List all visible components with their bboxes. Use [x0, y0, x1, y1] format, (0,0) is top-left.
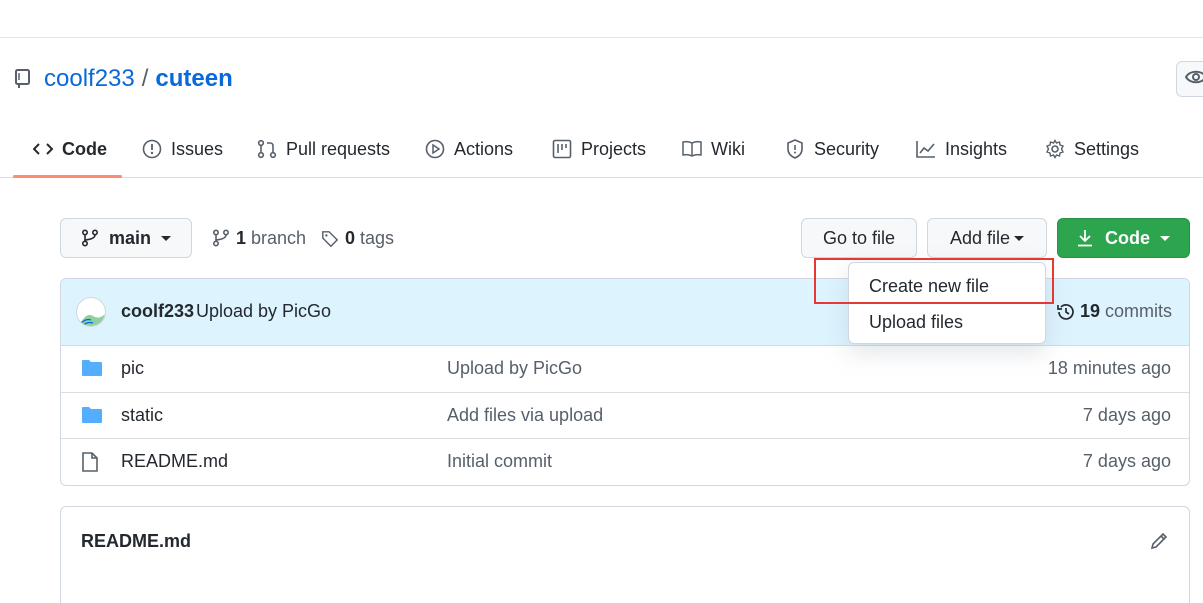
book-icon — [682, 139, 702, 159]
repo-nav-tabs: Code Issues Pull requests Actions Projec… — [0, 120, 1203, 178]
shield-icon — [785, 139, 805, 159]
branch-icon — [212, 229, 230, 247]
issue-icon — [142, 139, 162, 159]
folder-icon — [81, 359, 103, 379]
file-commit-message-link[interactable]: Initial commit — [447, 451, 552, 472]
chevron-down-icon — [161, 235, 172, 241]
play-icon — [425, 139, 445, 159]
file-age: 7 days ago — [1082, 451, 1171, 471]
repo-path-separator: / — [141, 65, 149, 92]
commit-message-link[interactable]: Upload by PicGo — [196, 301, 331, 322]
tags-link[interactable]: 0 tags — [321, 226, 394, 250]
table-row: pic Upload by PicGo 18 minutes ago — [61, 346, 1189, 392]
tab-security[interactable]: Security — [785, 120, 879, 178]
tab-settings[interactable]: Settings — [1045, 120, 1139, 178]
folder-icon — [81, 406, 103, 426]
pencil-icon[interactable] — [1149, 531, 1169, 551]
eye-icon — [1184, 69, 1203, 90]
file-commit-message-link[interactable]: Add files via upload — [447, 405, 603, 426]
tab-label: Security — [814, 138, 880, 159]
go-to-file-label: Go to file — [822, 227, 896, 248]
tab-label: Actions — [454, 138, 514, 159]
branch-name: main — [109, 227, 152, 248]
upload-files-menu-item[interactable]: Upload files — [869, 309, 963, 335]
tab-issues[interactable]: Issues — [142, 120, 223, 178]
tab-label: Code — [62, 138, 107, 159]
repo-name-link[interactable]: cuteen — [155, 65, 232, 93]
branch-select-button[interactable]: main — [60, 218, 192, 258]
code-icon — [33, 139, 53, 159]
tab-pull-requests[interactable]: Pull requests — [257, 120, 390, 178]
tab-label: Settings — [1074, 138, 1140, 159]
avatar[interactable] — [76, 297, 106, 327]
history-icon — [1056, 302, 1076, 322]
tab-label: Issues — [171, 138, 224, 159]
graph-icon — [916, 139, 936, 159]
highlight-box — [814, 258, 1054, 304]
readme-title: README.md — [81, 531, 192, 551]
file-age: 18 minutes ago — [1047, 358, 1171, 378]
tab-label: Wiki — [711, 138, 745, 159]
readme-panel: README.md — [60, 506, 1190, 603]
tab-insights[interactable]: Insights — [916, 120, 1007, 178]
tab-label: Insights — [945, 138, 1008, 159]
tag-icon — [321, 229, 339, 248]
tab-code[interactable]: Code — [33, 120, 107, 178]
add-file-label: Add file — [949, 227, 1011, 248]
file-age: 7 days ago — [1082, 405, 1171, 425]
active-tab-underline — [13, 175, 122, 178]
tab-projects[interactable]: Projects — [552, 120, 646, 178]
commit-count-label: commits — [1105, 301, 1173, 321]
gear-icon — [1045, 139, 1065, 159]
chevron-down-icon — [1014, 235, 1025, 241]
tab-label: Pull requests — [286, 138, 391, 159]
add-file-button[interactable]: Add file — [927, 218, 1047, 258]
commit-author-link[interactable]: coolf233 — [121, 301, 194, 322]
commits-link[interactable]: 19 commits — [1056, 301, 1172, 322]
branches-link[interactable]: 1 branch — [212, 226, 306, 250]
watch-button[interactable] — [1176, 61, 1203, 97]
chevron-down-icon — [1160, 235, 1170, 241]
repo-owner-link[interactable]: coolf233 — [44, 65, 135, 93]
code-button-label: Code — [1105, 227, 1150, 248]
code-button[interactable]: Code — [1057, 218, 1190, 258]
file-name-link[interactable]: pic — [121, 358, 144, 379]
tab-label: Projects — [581, 138, 647, 159]
top-bar — [0, 0, 1203, 38]
commit-count: 19 — [1080, 301, 1101, 321]
tag-count: 0 — [345, 227, 356, 248]
tab-actions[interactable]: Actions — [425, 120, 513, 178]
go-to-file-button[interactable]: Go to file — [801, 218, 917, 258]
project-icon — [552, 139, 572, 159]
tag-count-label: tags — [360, 227, 395, 248]
branch-count: 1 — [236, 227, 247, 248]
file-commit-message-link[interactable]: Upload by PicGo — [447, 358, 582, 379]
file-icon — [81, 452, 103, 472]
table-row: README.md Initial commit 7 days ago — [61, 438, 1189, 484]
repo-header: coolf233 / cuteen — [14, 62, 233, 96]
table-row: static Add files via upload 7 days ago — [61, 392, 1189, 438]
branch-icon — [81, 229, 99, 247]
file-name-link[interactable]: static — [121, 405, 163, 426]
download-icon — [1077, 229, 1093, 247]
tab-wiki[interactable]: Wiki — [682, 120, 745, 178]
branch-count-label: branch — [251, 227, 307, 248]
file-name-link[interactable]: README.md — [121, 451, 228, 472]
repo-icon — [14, 69, 34, 89]
pull-request-icon — [257, 139, 277, 159]
